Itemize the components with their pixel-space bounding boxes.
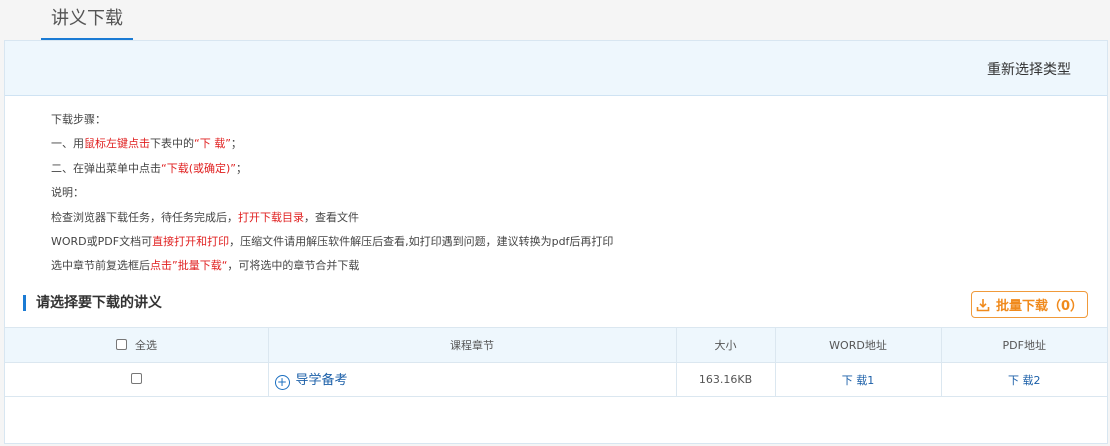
table-header-row: 全选 课程章节 大小 WORD地址 PDF地址 — [5, 327, 1107, 363]
select-all-header: 全选 — [5, 327, 269, 363]
panel-header: 重新选择类型 — [5, 41, 1107, 96]
handout-table: 全选 课程章节 大小 WORD地址 PDF地址 + 导学备考 163.16KB 下… — [5, 327, 1107, 397]
note-1: 检查浏览器下载任务，待任务完成后，打开下载目录，查看文件 — [51, 210, 359, 224]
pdf-download-link[interactable]: 下 载2 — [1008, 374, 1041, 387]
batch-download-label: 批量下载（0） — [995, 299, 1084, 314]
row-select-cell — [5, 362, 269, 397]
pdf-header: PDF地址 — [941, 327, 1107, 363]
notes-title: 说明： — [51, 186, 84, 200]
select-all-checkbox[interactable] — [115, 339, 127, 350]
word-cell: 下 载1 — [775, 362, 942, 397]
instructions-title: 下载步骤： — [51, 113, 106, 126]
select-all-label: 全选 — [135, 339, 157, 352]
reselect-type-link[interactable]: 重新选择类型 — [987, 59, 1071, 79]
instruction-step-2: 二、在弹出菜单中点击“下载(或确定)”； — [51, 161, 247, 175]
expand-plus-icon[interactable]: + — [274, 374, 290, 390]
chapter-name[interactable]: 导学备考 — [296, 373, 348, 388]
download-panel: 重新选择类型 下载步骤： 一、用鼠标左键点击下表中的“下 载”； 二、在弹出菜单… — [4, 40, 1108, 444]
note-2: WORD或PDF文档可直接打开和打印，压缩文件请用解压软件解压后查看,如打印遇到… — [51, 235, 614, 249]
instruction-step-1: 一、用鼠标左键点击下表中的“下 载”； — [51, 137, 242, 151]
download-icon — [976, 298, 990, 311]
batch-download-button[interactable]: 批量下载（0） — [971, 291, 1088, 318]
chapter-cell: + 导学备考 — [268, 362, 677, 397]
tab-handout-download[interactable]: 讲义下载 — [41, 0, 133, 41]
table-row: + 导学备考 163.16KB 下 载1 下 载2 — [5, 362, 1107, 397]
word-header: WORD地址 — [775, 327, 942, 363]
size-header: 大小 — [676, 327, 776, 363]
section-title: 请选择要下载的讲义 — [23, 295, 162, 311]
word-download-link[interactable]: 下 载1 — [842, 374, 875, 387]
note-3: 选中章节前复选框后点击”批量下载“，可将选中的章节合并下载 — [51, 259, 360, 273]
pdf-cell: 下 载2 — [941, 362, 1107, 397]
top-tab-bar: 讲义下载 — [0, 0, 1110, 42]
download-instructions: 下载步骤： 一、用鼠标左键点击下表中的“下 载”； 二、在弹出菜单中点击“下载(… — [51, 108, 613, 279]
row-checkbox[interactable] — [130, 373, 142, 384]
chapter-header: 课程章节 — [268, 327, 677, 363]
size-cell: 163.16KB — [676, 362, 776, 397]
